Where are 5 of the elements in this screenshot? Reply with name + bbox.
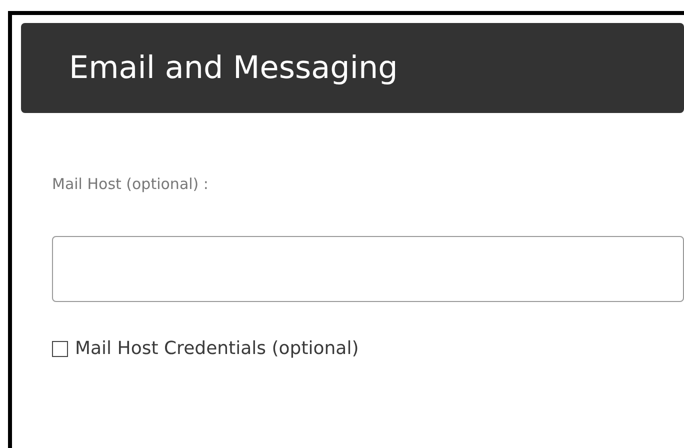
- checkbox[interactable]: [52, 340, 68, 356]
- section-title: Email and Messaging: [69, 50, 398, 86]
- mail-host-field[interactable]: [52, 236, 684, 302]
- field-label: Mail Host (optional) :: [52, 175, 210, 193]
- checkbox-label: Mail Host Credentials (optional): [75, 338, 359, 359]
